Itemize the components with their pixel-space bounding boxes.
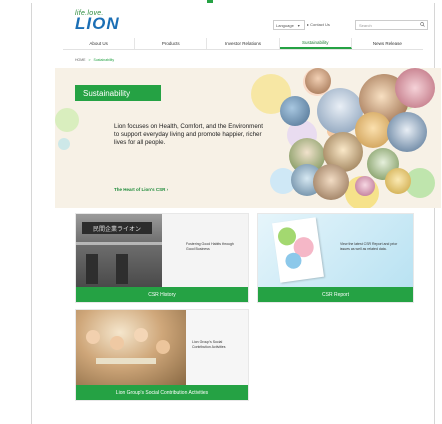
csr-report-image: View the latest CSR Report and prior iss…: [258, 214, 413, 287]
photo-circle: [387, 112, 427, 152]
decorative-circle: [55, 108, 79, 132]
nav-products[interactable]: Products: [135, 38, 208, 49]
social-contribution-title[interactable]: Lion Group's Social Contribution Activit…: [76, 385, 248, 400]
storefront-sign: 民間企業ライオン: [82, 222, 152, 234]
decorative-pillar: [86, 254, 98, 284]
logo-wordmark: LION: [75, 14, 120, 33]
photo-circle: [385, 168, 411, 194]
social-contribution-card[interactable]: Lion Group's Social Contribution Activit…: [75, 309, 249, 401]
decorative-table: [96, 358, 156, 364]
decorative-face: [156, 340, 170, 354]
social-contribution-description: Lion Group's Social Contribution Activit…: [192, 340, 226, 349]
nav-investor-relations[interactable]: Investor Relations: [207, 38, 280, 49]
language-label: Language: [276, 22, 294, 28]
breadcrumb-separator: >: [88, 58, 91, 62]
csr-history-title[interactable]: CSR History: [76, 287, 248, 302]
csr-report-title[interactable]: CSR Report: [258, 287, 413, 302]
chevron-down-icon: ▾: [297, 22, 300, 28]
csr-history-image: 民間企業ライオン Fostering Good Habits through G…: [76, 214, 248, 287]
report-cover: [272, 217, 324, 283]
photo-circle: [313, 164, 349, 200]
decorative-face: [86, 330, 100, 344]
decorative-stripe: [76, 242, 162, 245]
search-input[interactable]: Search: [355, 20, 428, 30]
decorative-pillar: [116, 254, 128, 284]
nav-news-release[interactable]: News Release: [352, 38, 423, 49]
logo[interactable]: life.love. LION: [75, 10, 120, 33]
csr-history-card[interactable]: 民間企業ライオン Fostering Good Habits through G…: [75, 213, 249, 303]
csr-report-description: View the latest CSR Report and prior iss…: [340, 242, 398, 251]
classroom-photo: [76, 310, 186, 385]
search-placeholder: Search: [359, 22, 372, 28]
decorative-face: [134, 328, 148, 342]
decorative-face: [110, 336, 124, 350]
heart-of-csr-link[interactable]: The Heart of Lion's CSR ›: [114, 187, 168, 192]
photo-circle: [280, 96, 310, 126]
nav-sustainability[interactable]: Sustainability: [279, 38, 352, 49]
social-contribution-image: Lion Group's Social Contribution Activit…: [76, 310, 248, 385]
photo-circle: [305, 68, 331, 94]
sustainability-badge: Sustainability: [75, 85, 161, 101]
nav-about-us[interactable]: About Us: [63, 38, 136, 49]
breadcrumb-home[interactable]: HOME: [75, 58, 86, 62]
search-icon[interactable]: [420, 22, 425, 28]
csr-report-card[interactable]: View the latest CSR Report and prior iss…: [257, 213, 414, 303]
breadcrumb: HOME > Sustainability: [75, 58, 114, 62]
contact-link[interactable]: ▸ Contact Us: [307, 20, 330, 28]
photo-circle: [355, 112, 391, 148]
photo-circle: [355, 176, 375, 196]
breadcrumb-current: Sustainability: [93, 58, 115, 62]
csr-history-description: Fostering Good Habits through Good Busin…: [186, 242, 234, 251]
language-select[interactable]: Language ▾: [273, 20, 305, 30]
photo-circle: [395, 68, 435, 108]
historic-photo: 民間企業ライオン: [76, 214, 162, 287]
main-nav: About Us Products Investor Relations Sus…: [63, 38, 423, 50]
decorative-circle: [58, 138, 70, 150]
hero-statement: Lion focuses on Health, Comfort, and the…: [114, 123, 263, 146]
